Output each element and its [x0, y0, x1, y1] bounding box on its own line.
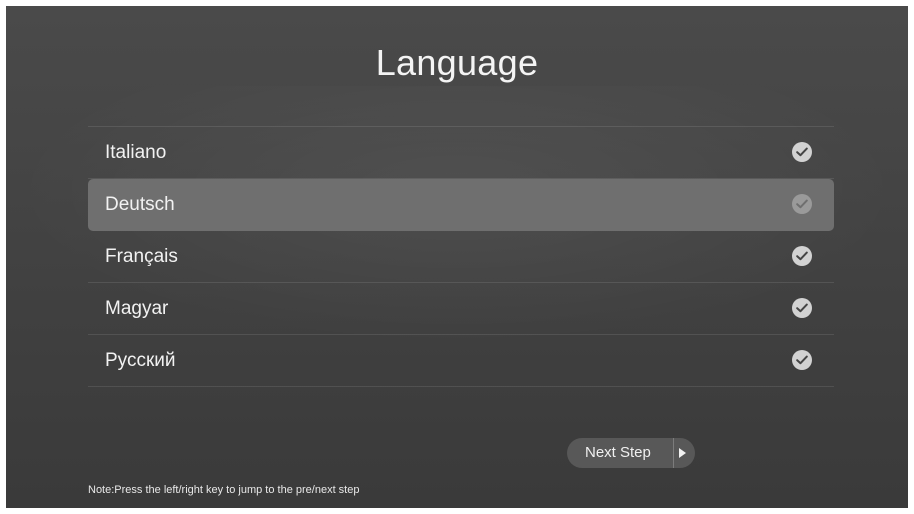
check-circle-icon — [792, 194, 812, 214]
language-item-magyar[interactable]: Magyar — [88, 283, 834, 335]
check-circle-icon — [792, 246, 812, 266]
language-label: Français — [105, 246, 178, 267]
check-circle-icon — [792, 142, 812, 162]
next-step-button[interactable]: Next Step — [567, 438, 695, 468]
language-label: Deutsch — [105, 194, 175, 215]
language-list: Italiano Deutsch Français Magyar Русский — [88, 126, 834, 387]
language-setup-screen: Language Italiano Deutsch Français Magya… — [6, 6, 908, 508]
language-label: Italiano — [105, 142, 167, 163]
navigation-note: Note:Press the left/right key to jump to… — [88, 484, 360, 496]
language-item-francais[interactable]: Français — [88, 231, 834, 283]
next-step-label: Next Step — [585, 444, 651, 461]
play-arrow-icon — [679, 448, 686, 458]
language-label: Magyar — [105, 298, 169, 319]
check-circle-icon — [792, 298, 812, 318]
language-item-deutsch[interactable]: Deutsch — [88, 179, 834, 231]
language-label: Русский — [105, 350, 176, 371]
page-title: Language — [375, 42, 539, 83]
button-divider — [673, 438, 674, 468]
language-item-italiano[interactable]: Italiano — [88, 127, 834, 179]
check-circle-icon — [792, 350, 812, 370]
language-item-russkiy[interactable]: Русский — [88, 335, 834, 387]
